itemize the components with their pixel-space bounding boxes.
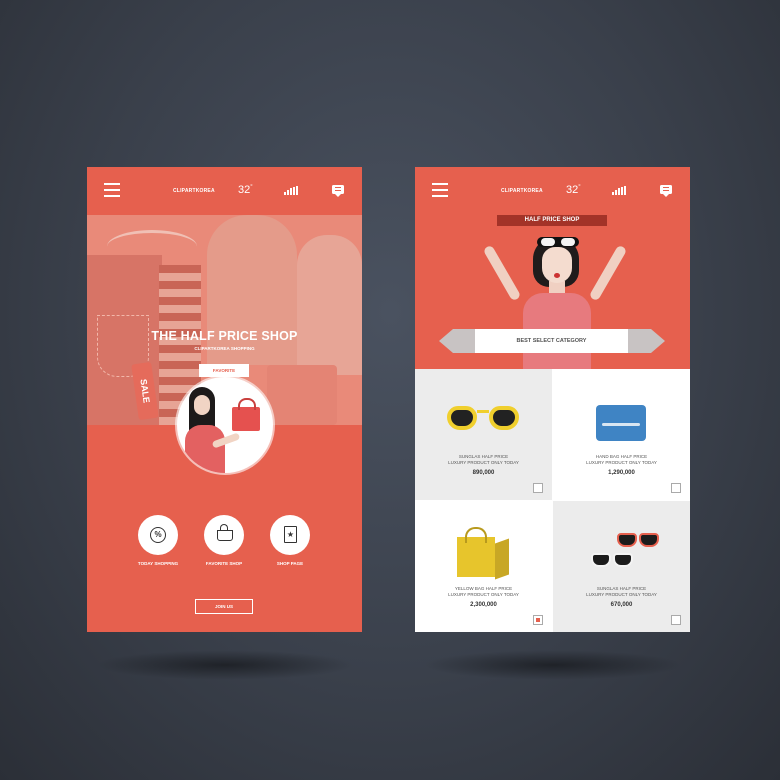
product-card[interactable]: YELLOW BAG HALF PRICE LUXURY PRODUCT ONLY… [415, 501, 552, 632]
shop-page-button[interactable]: ★ [270, 515, 310, 555]
product-name: HAND BAG HALF PRICE LUXURY PRODUCT ONLY T… [586, 454, 657, 465]
product-card[interactable]: HAND BAG HALF PRICE LUXURY PRODUCT ONLY T… [553, 369, 690, 500]
home-screen: CLIPARTKOREA 32° SALE THE HALF PRICE SHO… [87, 167, 362, 632]
blue-handbag-image [596, 405, 646, 441]
product-card[interactable]: SUNGLAS HALF PRICE LUXURY PRODUCT ONLY TO… [415, 369, 552, 500]
model-photo [177, 377, 273, 473]
background-bag [267, 365, 337, 425]
next-arrow-icon[interactable] [651, 329, 665, 353]
product-checkbox[interactable] [671, 615, 681, 625]
favorite-shop-button[interactable] [204, 515, 244, 555]
temperature: 32° [566, 184, 581, 196]
product-name: YELLOW BAG HALF PRICE LUXURY PRODUCT ONLY… [448, 586, 519, 597]
product-checkbox[interactable] [533, 483, 543, 493]
brand-name: CLIPARTKOREA [501, 188, 543, 194]
signal-icon [284, 186, 300, 195]
signal-icon [612, 186, 628, 195]
hero-subtitle: CLIPARTKOREA SHOPPING [194, 346, 255, 351]
product-card[interactable]: SUNGLAS HALF PRICE LUXURY PRODUCT ONLY TO… [553, 501, 690, 632]
yellow-bag-image [457, 527, 509, 580]
half-price-banner: HALF PRICE SHOP [497, 215, 607, 226]
product-price: 890,000 [472, 470, 495, 476]
today-shopping-button[interactable]: % [138, 515, 178, 555]
product-grid: SUNGLAS HALF PRICE LUXURY PRODUCT ONLY TO… [415, 369, 690, 632]
hamburger-menu-icon[interactable] [104, 183, 120, 197]
status-bar: CLIPARTKOREA 32° [87, 167, 362, 215]
hero-title: THE HALF PRICE SHOP [151, 329, 298, 343]
product-price: 1,290,000 [608, 470, 635, 476]
best-select-category-button[interactable]: BEST SELECT CATEGORY [475, 329, 628, 353]
brand-name: CLIPARTKOREA [173, 188, 215, 194]
yellow-sunglasses-image [447, 404, 519, 432]
join-us-button[interactable]: JOIN US [195, 599, 253, 614]
category-screen: HALF PRICE SHOP BEST SELECT CATEGORY CLI… [415, 167, 690, 632]
product-price: 670,000 [610, 602, 633, 608]
product-name: SUNGLAS HALF PRICE LUXURY PRODUCT ONLY TO… [586, 586, 657, 597]
product-checkbox[interactable] [671, 483, 681, 493]
product-price: 2,300,000 [470, 602, 497, 608]
basket-icon [217, 524, 233, 541]
percent-icon: % [150, 527, 166, 543]
sunglasses-image [587, 531, 662, 575]
temperature: 32° [238, 184, 253, 196]
prev-arrow-bar[interactable] [453, 329, 475, 353]
message-icon[interactable] [332, 185, 344, 197]
phone-shadow [423, 650, 683, 680]
hamburger-menu-icon[interactable] [432, 183, 448, 197]
next-arrow-bar[interactable] [628, 329, 651, 353]
prev-arrow-icon[interactable] [439, 329, 453, 353]
shop-page-label: SHOP PAGE [276, 561, 304, 566]
message-icon[interactable] [660, 185, 672, 197]
favorite-button[interactable]: FAVORITE [199, 364, 249, 377]
status-bar: CLIPARTKOREA 32° [415, 167, 690, 215]
star-page-icon: ★ [284, 526, 297, 543]
background-shopper [297, 235, 362, 375]
product-name: SUNGLAS HALF PRICE LUXURY PRODUCT ONLY TO… [448, 454, 519, 465]
product-checkbox[interactable] [533, 615, 543, 625]
phone-shadow [95, 650, 355, 680]
